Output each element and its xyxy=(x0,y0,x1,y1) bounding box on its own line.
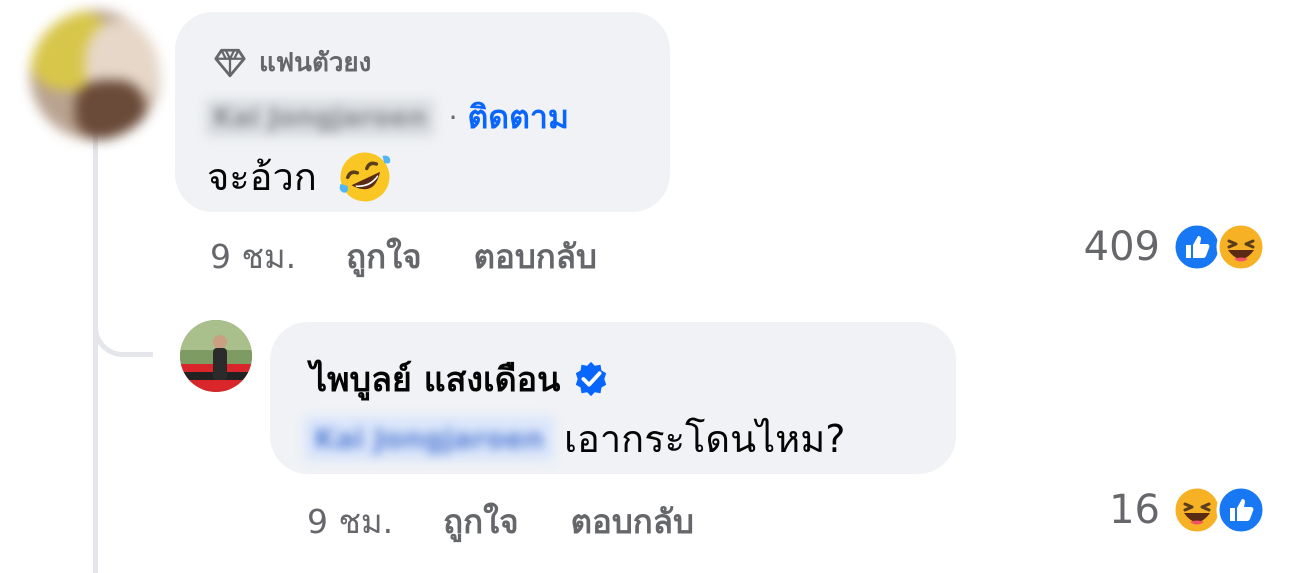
reply-author-row: ไพบูลย์ แสงเดือน xyxy=(310,352,610,406)
like-reaction-icon xyxy=(1216,485,1266,535)
mention-tag[interactable]: Kai Jongjaroen xyxy=(304,416,555,461)
top-fan-label: แฟนตัวยง xyxy=(259,48,372,78)
reply-reply-button[interactable]: ตอบกลับ xyxy=(571,495,694,548)
reply-reaction-count: 16 xyxy=(1109,487,1160,533)
like-button[interactable]: ถูกใจ xyxy=(346,230,421,283)
reply-text: เอากระโดนไหม? xyxy=(564,417,846,461)
follow-button[interactable]: ติดตาม xyxy=(468,92,569,143)
comment-bubble: แฟนตัวยง Kai Jongjaroen · ติดตาม จะอ้วก xyxy=(175,12,670,212)
reply-body: Kai Jongjaroen เอากระโดนไหม? xyxy=(304,408,845,469)
haha-reaction-icon xyxy=(1172,485,1222,535)
commenter-avatar[interactable] xyxy=(30,10,160,140)
reply-reactions[interactable]: 16 xyxy=(1109,485,1266,535)
comment-author-name[interactable]: Kai Jongjaroen xyxy=(205,98,435,137)
verified-badge-icon xyxy=(576,361,607,397)
replier-photo xyxy=(180,320,252,392)
comment-actions: 9 ชม. ถูกใจ ตอบกลับ xyxy=(210,230,597,283)
rolling-laughing-emoji-icon xyxy=(339,152,391,201)
reply-actions: 9 ชม. ถูกใจ ตอบกลับ xyxy=(307,495,694,548)
thread-connector xyxy=(93,292,153,357)
reply-author-name[interactable]: ไพบูลย์ แสงเดือน xyxy=(310,352,560,406)
reaction-count: 409 xyxy=(1083,224,1160,270)
comment-body: จะอ้วก xyxy=(207,146,393,207)
like-reaction-icon xyxy=(1172,222,1222,272)
author-row: Kai Jongjaroen · ติดตาม xyxy=(205,92,569,143)
replier-avatar[interactable] xyxy=(180,320,252,392)
reply-like-button[interactable]: ถูกใจ xyxy=(443,495,518,548)
diamond-icon xyxy=(214,48,246,77)
separator-dot: · xyxy=(448,101,458,134)
haha-reaction-icon xyxy=(1216,222,1266,272)
thread-line xyxy=(93,132,98,573)
top-fan-badge: แฟนตัวยง xyxy=(213,42,371,83)
reply-bubble: ไพบูลย์ แสงเดือน Kai Jongjaroen เอากระโด… xyxy=(270,322,956,474)
reply-button[interactable]: ตอบกลับ xyxy=(474,230,597,283)
comment-text: จะอ้วก xyxy=(207,155,317,199)
reply-timestamp[interactable]: 9 ชม. xyxy=(307,495,393,548)
comment-reactions[interactable]: 409 xyxy=(1084,222,1266,272)
comment-timestamp[interactable]: 9 ชม. xyxy=(210,230,296,283)
